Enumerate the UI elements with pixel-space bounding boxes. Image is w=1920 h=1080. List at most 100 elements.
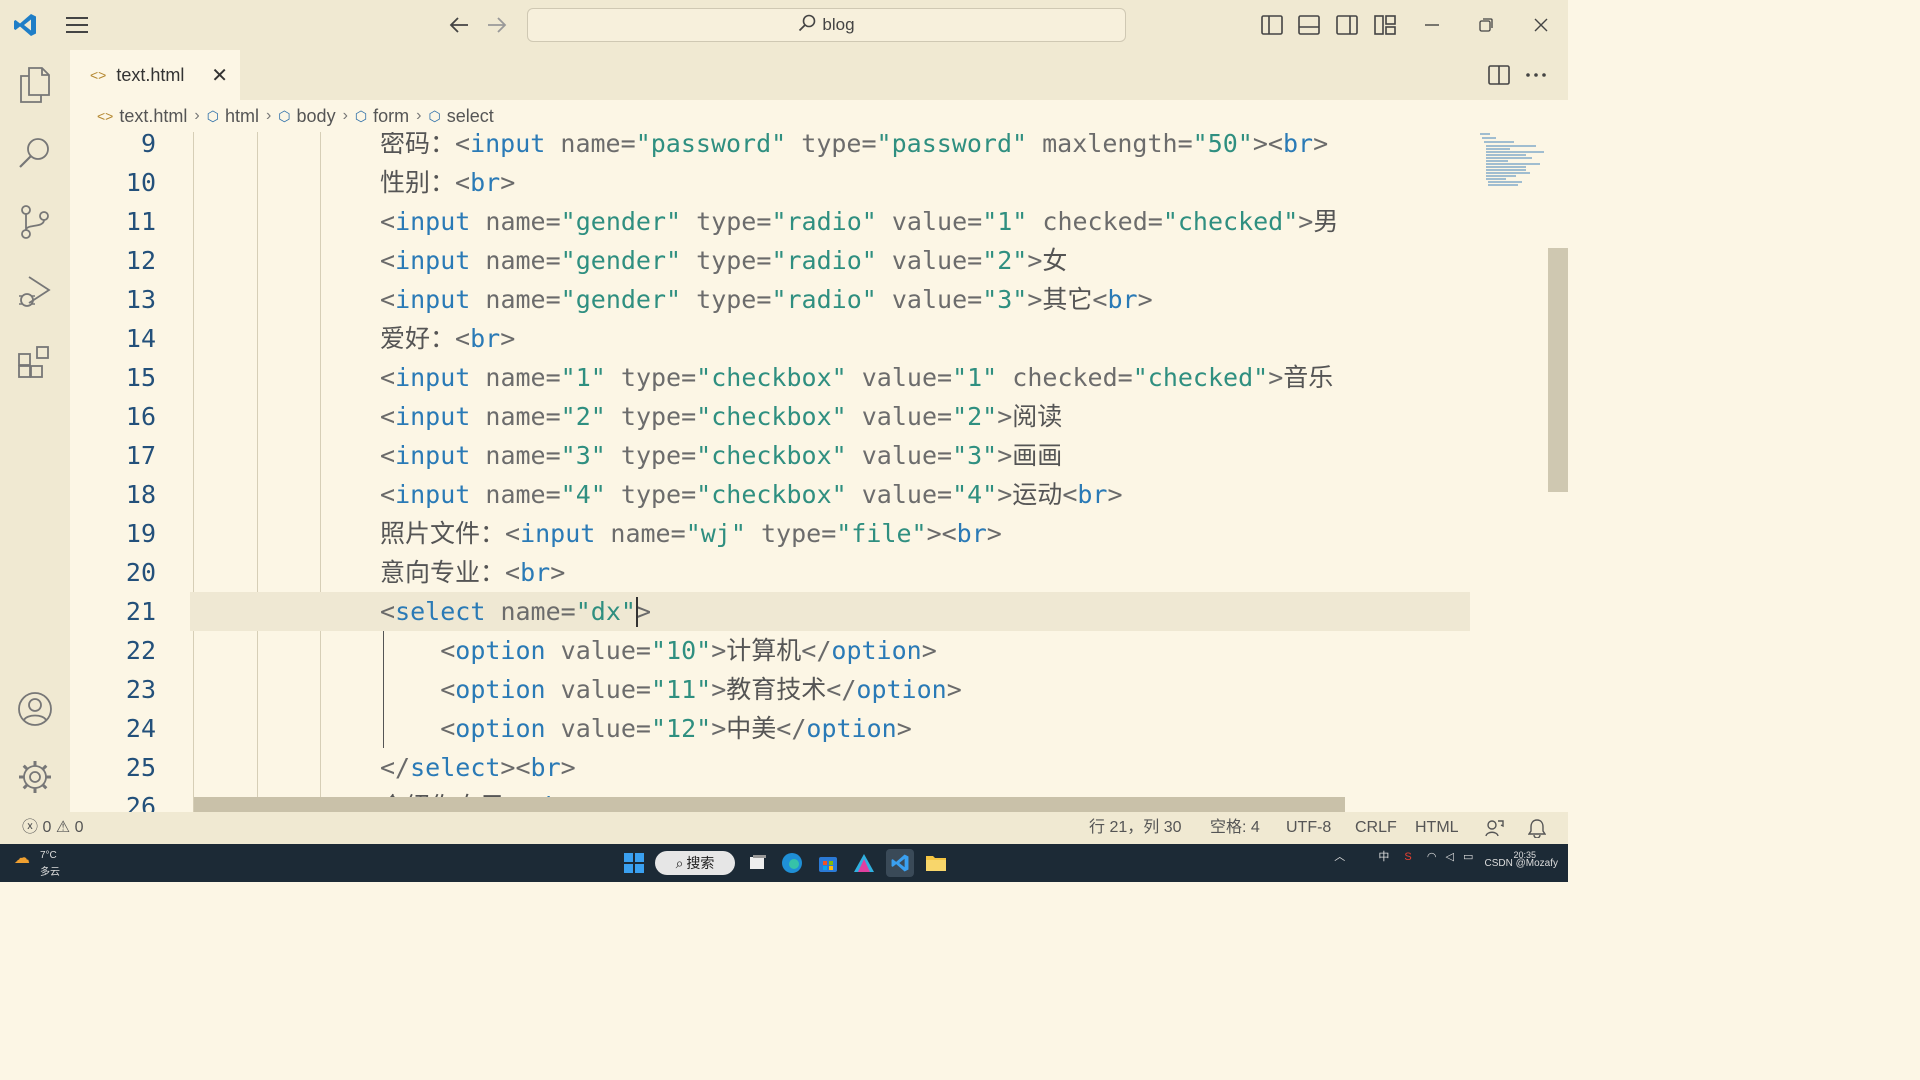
line-number: 26 — [125, 792, 156, 812]
indentation[interactable]: 空格: 4 — [1210, 812, 1260, 844]
vscode-logo-icon — [12, 12, 38, 38]
forward-arrow-icon[interactable] — [484, 12, 510, 38]
sogou-icon: S — [1404, 851, 1412, 863]
indent-guide — [320, 132, 321, 812]
line-number: 19 — [125, 519, 156, 548]
taskbar-search[interactable]: ⌕ 搜索 — [655, 851, 735, 875]
command-center-label: blog — [822, 15, 855, 34]
breadcrumb: <> text.html › ⬡ html › ⬡ body › ⬡ form › ⬡ s… — [70, 100, 1568, 132]
code-text: </select><br> — [380, 753, 576, 782]
menu-icon[interactable] — [64, 12, 90, 38]
code-text: <input name="2" type="checkbox" value="2… — [380, 402, 1063, 431]
split-editor-icon[interactable] — [1486, 62, 1512, 88]
line-number: 13 — [125, 285, 156, 314]
chevron-right-icon: › — [342, 107, 348, 124]
weather-widget[interactable]: ☁ 7°C 多云 — [14, 848, 60, 878]
chevron-up-icon: ︿ — [1334, 851, 1346, 863]
cloud-icon: ☁ — [14, 850, 30, 867]
microsoft-store-icon[interactable] — [814, 849, 842, 877]
line-number: 24 — [125, 714, 156, 743]
breadcrumb-body[interactable]: ⬡ body — [278, 106, 335, 127]
extensions-icon[interactable] — [15, 342, 55, 382]
element-box-icon: ⬡ — [428, 107, 441, 124]
search-icon: ⌕ — [675, 854, 684, 871]
indent-guide — [193, 132, 194, 812]
code-text: 性别：<br> — [380, 168, 516, 197]
title-bar: blog — [0, 0, 1568, 50]
edge-browser-icon[interactable] — [778, 849, 806, 877]
close-tab-icon[interactable]: ✕ — [211, 63, 228, 88]
code-text: 爱好：<br> — [380, 324, 516, 353]
encoding[interactable]: UTF-8 — [1286, 812, 1331, 844]
cursor-position[interactable]: 行 21，列 30 — [1089, 812, 1182, 844]
tab-bar: <> text.html ✕ — [70, 50, 1568, 100]
code-area[interactable]: 密码：<input name="password" type="password… — [190, 132, 1470, 812]
close-icon[interactable] — [1528, 12, 1554, 38]
code-editor[interactable]: 9 10 11 12 13 14 15 16 17 18 19 20 21 22 23 24 25 26 密码：<… — [70, 132, 1568, 812]
breadcrumb-select[interactable]: ⬡ select — [428, 106, 493, 127]
code-text: <input name="3" type="checkbox" value="3… — [380, 441, 1063, 470]
end-of-line[interactable]: CRLF — [1355, 812, 1397, 844]
line-number: 14 — [125, 324, 156, 353]
breadcrumb-html[interactable]: ⬡ html — [207, 106, 259, 127]
toggle-secondary-sidebar-icon[interactable] — [1334, 12, 1360, 38]
breadcrumb-file[interactable]: <> text.html — [97, 106, 187, 127]
file-explorer-icon[interactable] — [922, 849, 950, 877]
tab-label: text.html — [116, 64, 185, 85]
os-taskbar: ☁ 7°C 多云 ⌕ 搜索 ︿ 中 S ◠ ◁ ▭ 20:35 CSDN @Mo… — [0, 844, 1568, 882]
restore-icon[interactable] — [1473, 12, 1499, 38]
run-debug-icon[interactable] — [15, 272, 55, 312]
breadcrumb-form[interactable]: ⬡ form — [355, 106, 409, 127]
system-tray[interactable]: ︿ 中 S ◠ ◁ ▭ 20:35 CSDN @Mozafy — [1334, 848, 1558, 869]
line-number-gutter: 9 10 11 12 13 14 15 16 17 18 19 20 21 22 23 24 25 26 — [70, 132, 190, 812]
problems-status[interactable]: ⓧ 0 ⚠ 0 — [22, 812, 84, 844]
search-icon[interactable] — [15, 133, 55, 173]
code-text: <input name="1" type="checkbox" value="1… — [380, 363, 1334, 392]
vertical-scrollbar[interactable] — [1548, 248, 1568, 492]
windows-start-icon[interactable] — [620, 849, 648, 877]
tab-text-html[interactable]: <> text.html ✕ — [70, 50, 240, 100]
volume-icon: ◁ — [1445, 851, 1454, 863]
feedback-icon[interactable] — [1484, 812, 1504, 844]
toggle-panel-icon[interactable] — [1296, 12, 1322, 38]
language-mode[interactable]: HTML — [1415, 812, 1459, 844]
code-text: <option value="11">教育技术</option> — [440, 675, 962, 704]
code-text: <input name="4" type="checkbox" value="4… — [380, 480, 1123, 509]
command-center-search[interactable]: blog — [527, 8, 1126, 42]
minimize-icon[interactable] — [1419, 12, 1445, 38]
more-actions-icon[interactable] — [1523, 62, 1549, 88]
customize-layout-icon[interactable] — [1372, 12, 1398, 38]
status-bar: ⓧ 0 ⚠ 0 行 21，列 30 空格: 4 UTF-8 CRLF HTML — [0, 812, 1568, 844]
accounts-icon[interactable] — [15, 689, 55, 729]
horizontal-scrollbar[interactable] — [194, 797, 1345, 812]
activity-bar — [0, 50, 70, 812]
app-icon[interactable] — [850, 849, 878, 877]
code-text: <input name="gender" type="radio" value=… — [380, 285, 1153, 314]
line-number: 25 — [125, 753, 156, 782]
back-arrow-icon[interactable] — [446, 12, 472, 38]
code-text: 照片文件：<input name="wj" type="file"><br> — [380, 519, 1002, 548]
text-cursor — [636, 597, 638, 627]
line-number: 9 — [140, 132, 156, 158]
settings-gear-icon[interactable] — [15, 757, 55, 797]
vscode-taskbar-icon[interactable] — [886, 849, 914, 877]
element-box-icon: ⬡ — [278, 107, 291, 124]
task-view-icon[interactable] — [744, 849, 772, 877]
code-line[interactable]: <select name="dx"> — [190, 592, 1470, 631]
line-number: 15 — [125, 363, 156, 392]
warning-icon: ⚠ — [55, 819, 71, 836]
minimap[interactable] — [1478, 132, 1548, 192]
notifications-bell-icon[interactable] — [1527, 812, 1547, 844]
line-number: 10 — [125, 168, 156, 197]
chevron-right-icon: › — [194, 107, 200, 124]
source-control-icon[interactable] — [15, 202, 55, 242]
toggle-primary-sidebar-icon[interactable] — [1259, 12, 1285, 38]
chevron-right-icon: › — [265, 107, 272, 124]
code-text: <option value="10">计算机</option> — [440, 636, 937, 665]
code-text: <option value="12">中美</option> — [440, 714, 912, 743]
explorer-icon[interactable] — [15, 65, 55, 105]
line-number: 18 — [125, 480, 156, 509]
line-number: 22 — [125, 636, 156, 665]
line-number: 12 — [125, 246, 156, 275]
html-file-icon: <> — [90, 67, 107, 83]
